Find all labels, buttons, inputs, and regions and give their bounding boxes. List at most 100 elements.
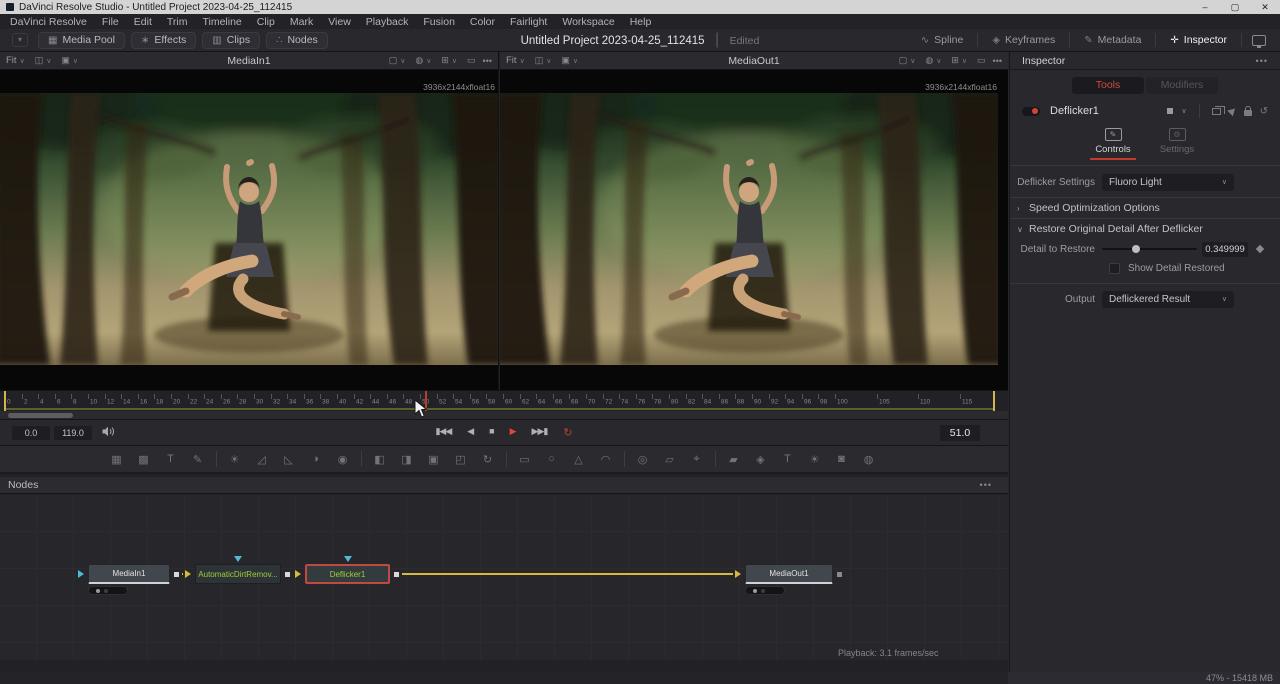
viewer-options-menu[interactable]: ••• xyxy=(993,56,1002,66)
play-reverse-button[interactable]: ◀ xyxy=(467,426,473,439)
maximize-button[interactable]: ▢ xyxy=(1220,2,1250,13)
node-mediaout1[interactable]: MediaOut1 xyxy=(745,564,833,584)
camera3d-tool-icon[interactable]: ◙ xyxy=(833,451,850,468)
tracker-tool-icon[interactable]: ◎ xyxy=(634,451,651,468)
ab-buffer-icon[interactable]: ◫ xyxy=(535,55,544,66)
scrollbar-handle[interactable] xyxy=(8,413,73,418)
ab-buffer-icon[interactable]: ◫ xyxy=(35,55,44,66)
deflicker-settings-dropdown[interactable]: Fluoro Light ∨ xyxy=(1102,174,1234,191)
effects-button[interactable]: ∗Effects xyxy=(131,32,196,49)
menu-view[interactable]: View xyxy=(328,16,351,28)
playhead[interactable] xyxy=(425,391,427,411)
clips-button[interactable]: ▥Clips xyxy=(202,32,260,49)
tab-modifiers[interactable]: Modifiers xyxy=(1146,77,1218,94)
guides-icon[interactable]: ⊞ xyxy=(441,55,449,66)
huecurves-tool-icon[interactable]: ◺ xyxy=(280,451,297,468)
tab-tools[interactable]: Tools xyxy=(1072,77,1144,94)
chevron-down-icon[interactable]: ∨ xyxy=(1181,107,1186,115)
goto-last-frame-button[interactable]: ▶▶▮ xyxy=(532,426,548,439)
color-display-icon[interactable]: ◍ xyxy=(415,55,423,66)
mattecontrol-tool-icon[interactable]: ▣ xyxy=(425,451,442,468)
guides-icon[interactable]: ⊞ xyxy=(951,55,959,66)
rectangle-mask-icon[interactable]: ▭ xyxy=(516,451,533,468)
imageplane3d-tool-icon[interactable]: ▰ xyxy=(725,451,742,468)
fastnoise-tool-icon[interactable]: ▩ xyxy=(135,451,152,468)
minimize-button[interactable]: – xyxy=(1190,2,1220,13)
planartracker-tool-icon[interactable]: ▱ xyxy=(661,451,678,468)
menu-playback[interactable]: Playback xyxy=(366,16,409,28)
pin-icon[interactable] xyxy=(1227,106,1238,117)
menu-color[interactable]: Color xyxy=(470,16,495,28)
bspline-mask-icon[interactable]: ◠ xyxy=(597,451,614,468)
menu-file[interactable]: File xyxy=(102,16,119,28)
copy-icon[interactable] xyxy=(1212,108,1221,115)
node-output-socket[interactable] xyxy=(837,572,842,577)
menu-mark[interactable]: Mark xyxy=(290,16,313,28)
restore-detail-section[interactable]: ∨ Restore Original Detail After Deflicke… xyxy=(1010,219,1280,239)
transform-tool-icon[interactable]: ↻ xyxy=(479,451,496,468)
node-mediain1[interactable]: MediaIn1 xyxy=(88,564,170,584)
frame-icon[interactable]: ▭ xyxy=(467,55,476,66)
inspector-menu[interactable]: ••• xyxy=(1256,56,1268,66)
viewer-options-menu[interactable]: ••• xyxy=(483,56,492,66)
in-point-marker[interactable] xyxy=(4,391,6,411)
left-viewer[interactable]: 3936x2144xfloat16 xyxy=(0,70,498,390)
slider-handle[interactable] xyxy=(1132,245,1140,253)
subtab-controls[interactable]: ✎ Controls xyxy=(1090,128,1136,163)
output-dropdown[interactable]: Deflickered Result ∨ xyxy=(1102,291,1234,308)
menu-trim[interactable]: Trim xyxy=(167,16,188,28)
menu-fairlight[interactable]: Fairlight xyxy=(510,16,547,28)
roi-icon[interactable]: ▢ xyxy=(389,55,398,66)
current-frame-field[interactable]: 51.0 xyxy=(940,425,980,441)
menu-fusion[interactable]: Fusion xyxy=(423,16,455,28)
subview-icon[interactable]: ▣ xyxy=(61,55,70,66)
spline-button[interactable]: ∿Spline xyxy=(911,32,974,49)
detail-to-restore-value[interactable]: 0.349999 xyxy=(1202,242,1248,257)
speed-optimization-section[interactable]: › Speed Optimization Options xyxy=(1010,198,1280,218)
media-pool-button[interactable]: ▦Media Pool xyxy=(38,32,125,49)
menu-edit[interactable]: Edit xyxy=(134,16,152,28)
mask-input-icon[interactable] xyxy=(234,556,242,562)
nodes-button[interactable]: ∴Nodes xyxy=(266,32,328,49)
node-connection-dashed[interactable] xyxy=(182,573,183,575)
menu-workspace[interactable]: Workspace xyxy=(562,16,614,28)
node-output-socket[interactable] xyxy=(174,572,179,577)
version-icon[interactable] xyxy=(1167,108,1173,114)
right-viewer[interactable]: 3936x2144xfloat16 xyxy=(500,70,1008,390)
out-point-marker[interactable] xyxy=(993,391,995,411)
node-output-socket[interactable] xyxy=(394,572,399,577)
inspector-button[interactable]: ✛Inspector xyxy=(1160,32,1237,49)
timeline-scrollbar[interactable] xyxy=(0,411,1008,420)
resize-tool-icon[interactable]: ◰ xyxy=(452,451,469,468)
node-thumbnail-toggle[interactable] xyxy=(745,586,785,595)
metadata-button[interactable]: ✎Metadata xyxy=(1074,32,1151,49)
paint-tool-icon[interactable]: ✎ xyxy=(189,451,206,468)
detail-to-restore-slider[interactable] xyxy=(1102,243,1197,255)
cameratracker-tool-icon[interactable]: ⌖ xyxy=(688,451,705,468)
color-display-icon[interactable]: ◍ xyxy=(925,55,933,66)
polygon-mask-icon[interactable]: △ xyxy=(570,451,587,468)
frame-icon[interactable]: ▭ xyxy=(977,55,986,66)
node-enable-toggle[interactable] xyxy=(1022,107,1040,116)
colorcorrector-tool-icon[interactable]: ☀ xyxy=(226,451,243,468)
lock-icon[interactable] xyxy=(1244,110,1252,116)
colorcurves-tool-icon[interactable]: ◿ xyxy=(253,451,270,468)
loop-button[interactable]: ↻ xyxy=(563,426,572,439)
node-automaticdirtremov-[interactable]: AutomaticDirtRemov... xyxy=(195,564,281,584)
clean-feed-icon[interactable] xyxy=(1252,35,1266,46)
keyframe-icon[interactable] xyxy=(1256,245,1264,253)
background-tool-icon[interactable]: ▦ xyxy=(108,451,125,468)
text-tool-icon[interactable]: T xyxy=(162,451,179,468)
node-graph[interactable]: Playback: 3.1 frames/sec MediaIn1Automat… xyxy=(0,495,1008,660)
mask-input-icon[interactable] xyxy=(344,556,352,562)
node-thumbnail-toggle[interactable] xyxy=(88,586,128,595)
ellipse-mask-icon[interactable]: ○ xyxy=(543,451,560,468)
node-output-socket[interactable] xyxy=(285,572,290,577)
menu-davinci-resolve[interactable]: DaVinci Resolve xyxy=(10,16,87,28)
reset-icon[interactable]: ↺ xyxy=(1260,106,1268,117)
channelbooleans-tool-icon[interactable]: ◨ xyxy=(398,451,415,468)
close-button[interactable]: ✕ xyxy=(1250,2,1280,13)
zoom-select[interactable]: Fit xyxy=(506,55,517,66)
subtab-settings[interactable]: ⚙ Settings xyxy=(1154,128,1200,163)
merge-tool-icon[interactable]: ◧ xyxy=(371,451,388,468)
